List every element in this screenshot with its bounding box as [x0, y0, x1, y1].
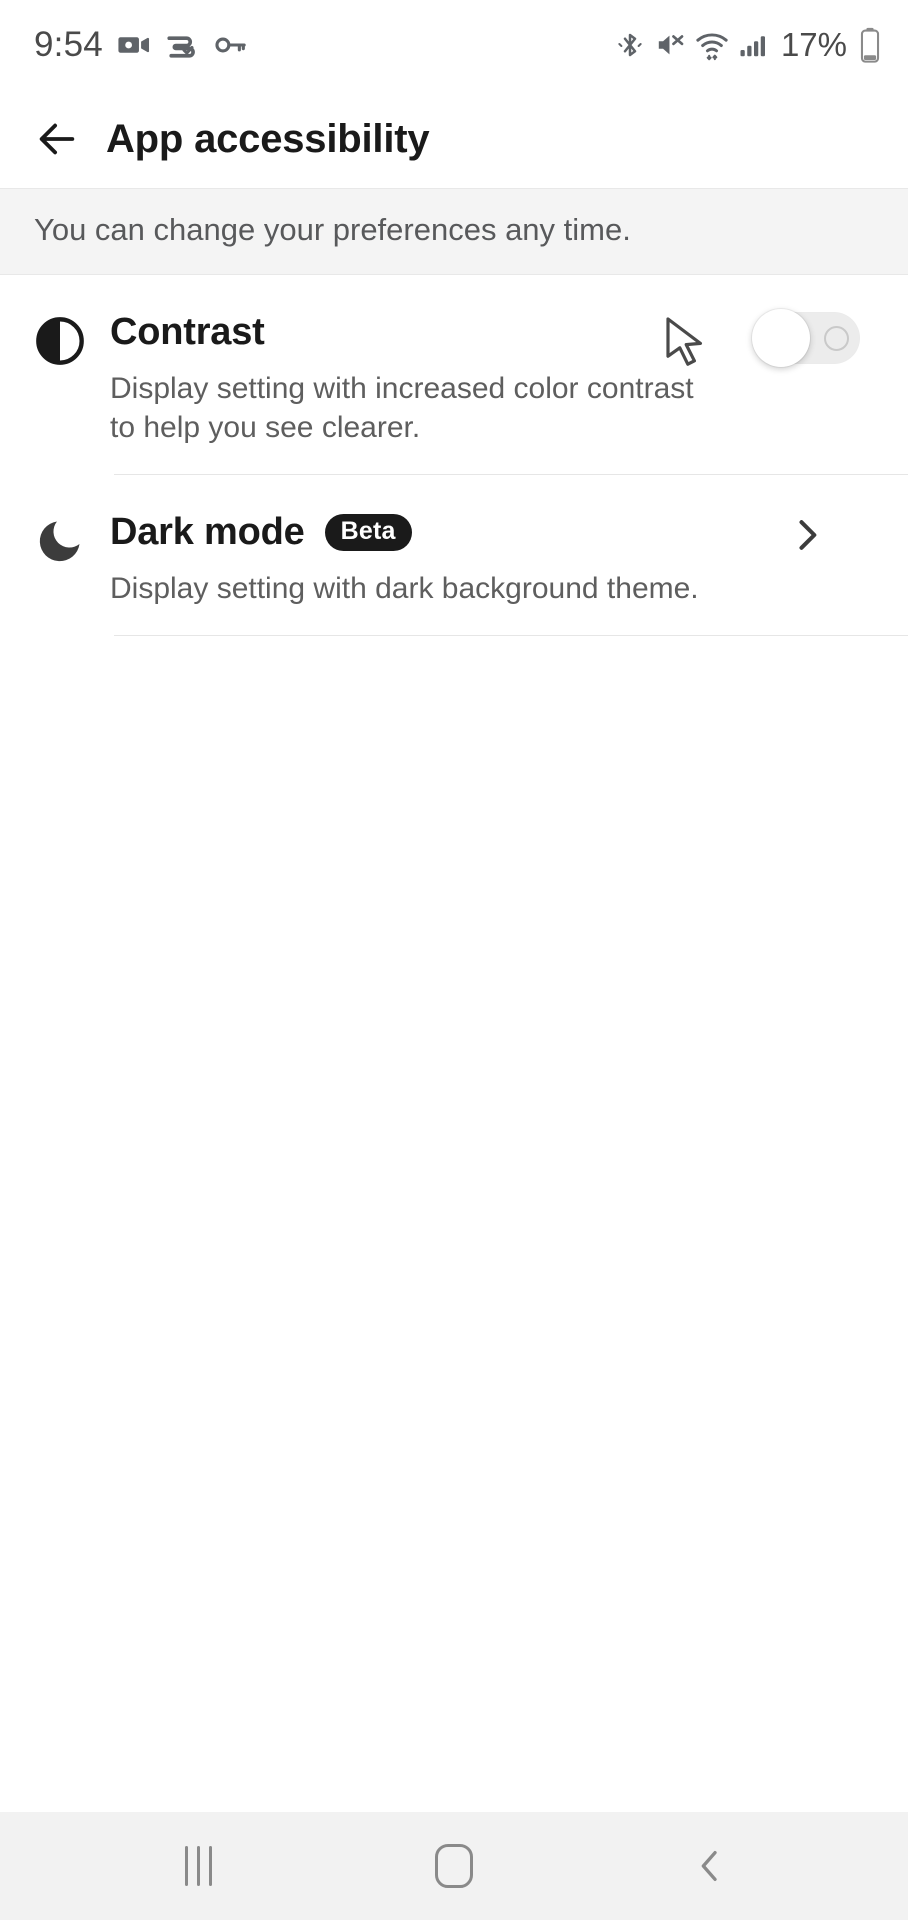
volume-mute-icon — [654, 28, 686, 62]
battery-icon — [858, 27, 882, 63]
setting-row-contrast[interactable]: Contrast Display setting with increased … — [0, 275, 908, 448]
camcorder-icon — [117, 28, 151, 62]
row-divider — [114, 634, 908, 636]
recents-icon — [184, 1846, 212, 1886]
setting-control-contrast — [732, 308, 882, 367]
setting-description-contrast: Display setting with increased color con… — [110, 371, 694, 445]
back-chevron-icon — [701, 1851, 717, 1881]
contrast-half-circle-icon — [34, 309, 110, 369]
chevron-right-icon[interactable] — [785, 513, 829, 557]
cellular-signal-icon — [738, 28, 768, 62]
settings-list: Contrast Display setting with increased … — [0, 274, 908, 1812]
home-button[interactable] — [394, 1812, 514, 1920]
status-bar-right: 17% — [615, 26, 882, 64]
setting-body-dark-mode: Dark mode Beta Display setting with dark… — [110, 509, 732, 609]
status-bar: 9:54 17% — [0, 0, 908, 90]
wifi-icon — [695, 28, 729, 62]
status-badge-beta: Beta — [324, 514, 412, 552]
contrast-toggle-switch[interactable] — [752, 308, 859, 367]
android-nav-bar — [0, 1812, 908, 1920]
setting-description-dark-mode: Display setting with dark background the… — [110, 571, 699, 605]
key-icon — [213, 28, 247, 62]
page-title: App accessibility — [106, 116, 430, 161]
preferences-notice-banner: You can change your preferences any time… — [0, 188, 908, 275]
bluetooth-icon — [615, 28, 645, 62]
setting-title-line-dark-mode: Dark mode Beta — [110, 509, 720, 557]
toggle-off-indicator-icon — [824, 325, 849, 351]
moon-crescent-icon — [34, 509, 110, 569]
setting-title-contrast: Contrast — [110, 311, 265, 354]
setting-title-dark-mode: Dark mode — [110, 511, 305, 554]
setting-body-contrast: Contrast Display setting with increased … — [110, 309, 732, 448]
setting-title-line-contrast: Contrast — [110, 309, 720, 357]
back-arrow-icon[interactable] — [34, 116, 80, 162]
notice-text: You can change your preferences any time… — [34, 212, 631, 247]
back-button[interactable] — [650, 1812, 770, 1920]
setting-row-dark-mode[interactable]: Dark mode Beta Display setting with dark… — [0, 475, 908, 609]
battery-percent-label: 17% — [780, 26, 847, 63]
app-header: App accessibility — [0, 90, 908, 188]
recents-button[interactable] — [138, 1812, 258, 1920]
phone-screen: 9:54 17% App accessibility You can chang… — [0, 0, 908, 1920]
status-bar-clock: 9:54 — [34, 25, 103, 64]
vpn-key-shield-icon — [165, 28, 199, 62]
status-bar-left: 9:54 — [34, 25, 247, 65]
setting-control-dark-mode[interactable] — [732, 509, 882, 557]
home-icon — [435, 1844, 473, 1888]
toggle-knob — [752, 308, 810, 367]
